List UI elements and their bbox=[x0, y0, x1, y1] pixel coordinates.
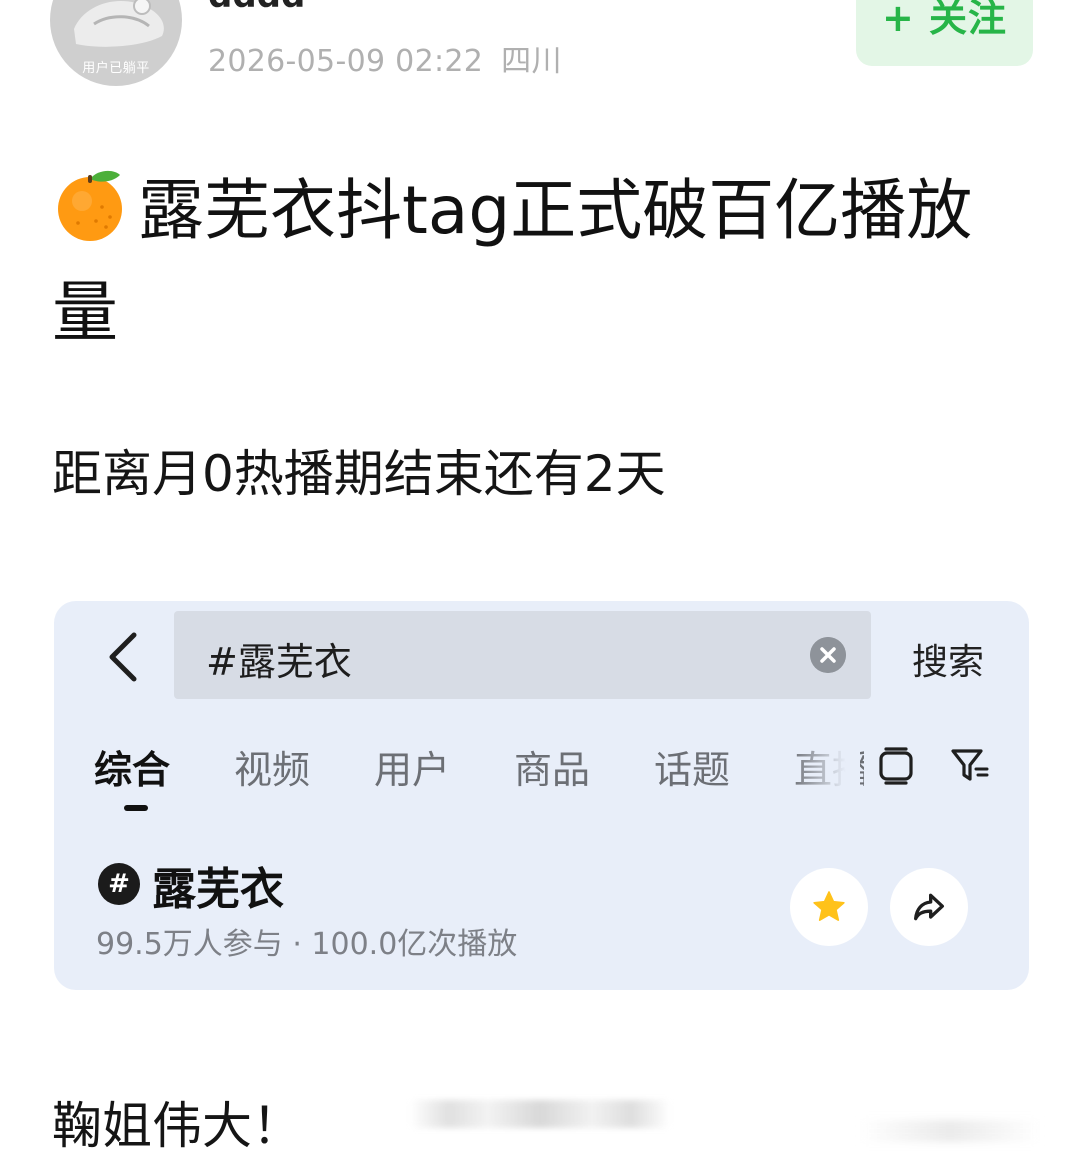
search-query: #露芜衣 bbox=[206, 640, 352, 684]
post-subline: 距离月0热播期结束还有2天 bbox=[52, 445, 666, 503]
topic-hash-icon: # bbox=[98, 863, 140, 905]
follow-button[interactable]: + 关注 bbox=[856, 0, 1033, 66]
avatar-image bbox=[74, 0, 164, 47]
active-tab-indicator bbox=[124, 805, 148, 811]
post-title: 露芜衣抖tag正式破百亿播放量 bbox=[52, 160, 1032, 364]
share-arrow-icon bbox=[914, 893, 944, 921]
avatar-caption: 用户已躺平 bbox=[82, 61, 150, 76]
blurred-content bbox=[410, 1100, 670, 1128]
tab-fade bbox=[790, 729, 860, 799]
topic-stats: 99.5万人参与 · 100.0亿次播放 bbox=[96, 927, 518, 962]
topic-title[interactable]: 露芜衣 bbox=[152, 853, 284, 917]
share-button[interactable] bbox=[890, 868, 968, 946]
tab-users[interactable]: 用户 bbox=[374, 739, 450, 794]
tab-videos[interactable]: 视频 bbox=[234, 739, 310, 794]
back-arrow-icon[interactable] bbox=[102, 631, 142, 683]
author-avatar[interactable]: 用户已躺平 bbox=[50, 0, 182, 86]
tab-topics[interactable]: 话题 bbox=[654, 739, 730, 794]
tab-comprehensive[interactable]: 综合 bbox=[94, 739, 170, 794]
clear-icon[interactable] bbox=[810, 637, 846, 673]
embedded-screenshot[interactable]: #露芜衣 搜索 综合 视频 用户 商品 话题 直播 # 露芜衣 99.5万人参与… bbox=[54, 601, 1029, 990]
blurred-content bbox=[860, 1120, 1040, 1142]
tab-products[interactable]: 商品 bbox=[514, 739, 590, 794]
search-button[interactable]: 搜索 bbox=[912, 633, 984, 685]
layout-toggle-icon[interactable] bbox=[878, 747, 914, 785]
author-name[interactable]: dddd bbox=[208, 0, 305, 16]
post-closing: 鞠姐伟大！ bbox=[52, 1097, 302, 1155]
post-location: 四川 bbox=[501, 44, 562, 79]
filter-icon[interactable] bbox=[950, 747, 990, 785]
star-icon bbox=[813, 891, 845, 921]
post-timestamp: 2026-05-09 02:22 bbox=[208, 44, 484, 79]
tangerine-icon bbox=[58, 170, 122, 241]
search-input[interactable]: #露芜衣 bbox=[174, 611, 871, 699]
post-meta: 2026-05-09 02:22 四川 bbox=[208, 36, 562, 80]
favorite-button[interactable] bbox=[790, 868, 868, 946]
post-title-text: 露芜衣抖tag正式破百亿播放量 bbox=[52, 172, 973, 351]
